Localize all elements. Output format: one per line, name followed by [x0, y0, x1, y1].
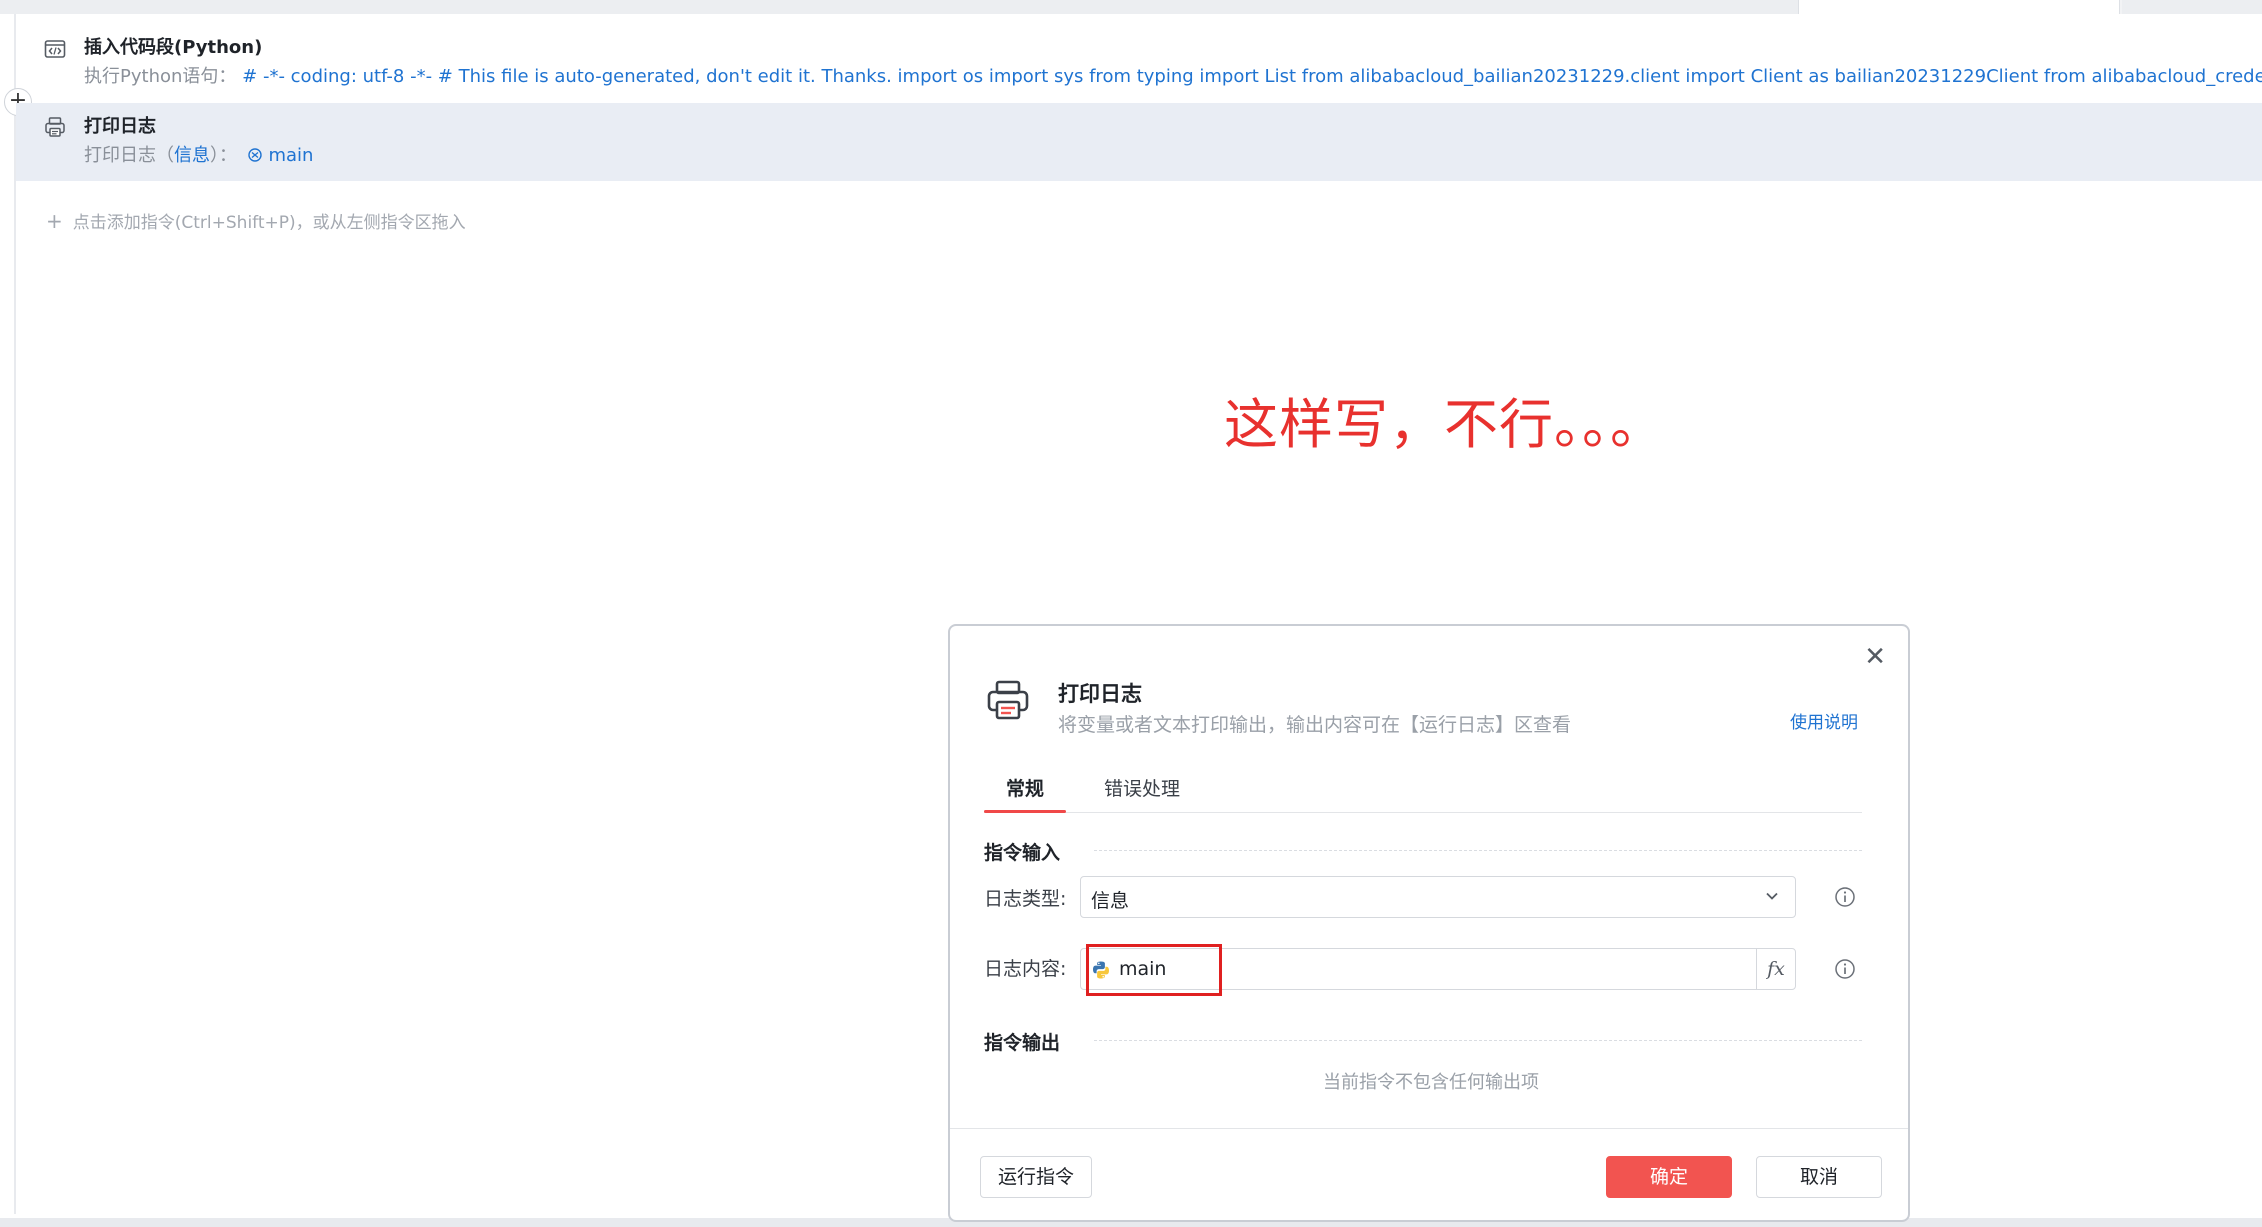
log-type-label: 日志类型:	[984, 888, 1067, 910]
footer-divider	[950, 1128, 1908, 1129]
printer-icon	[45, 117, 65, 137]
desc-mid: ）：	[210, 145, 237, 166]
log-content-label: 日志内容:	[984, 958, 1067, 980]
section-divider	[1094, 850, 1862, 851]
tab-strip-left	[0, 0, 1798, 14]
info-icon[interactable]	[1834, 886, 1856, 908]
log-type-select[interactable]: 信息	[1080, 876, 1796, 918]
log-type-selected: 信息	[1091, 890, 1130, 912]
code-block-icon	[44, 40, 66, 58]
dialog-subtitle: 将变量或者文本打印输出，输出内容可在【运行日志】区查看	[1058, 714, 1572, 736]
dialog-title: 打印日志	[1058, 682, 1142, 706]
cancel-button[interactable]: 取消	[1756, 1156, 1882, 1198]
no-output-text: 当前指令不包含任何输出项	[1323, 1072, 1539, 1093]
row-description: 执行Python语句： # -*- coding: utf-8 -*- # Th…	[84, 62, 2262, 88]
plus-icon: +	[46, 209, 63, 233]
section-input-title: 指令输入	[984, 842, 1061, 864]
variable-icon	[248, 148, 262, 162]
section-output-title: 指令输出	[984, 1032, 1061, 1054]
print-log-dialog: ✕ 打印日志 将变量或者文本打印输出，输出内容可在【运行日志】区查看 使用说明 …	[948, 624, 1910, 1222]
desc-prefix: 打印日志（	[84, 145, 174, 166]
workspace: + 插入代码段(Python) 执行Python语句： # -*- coding…	[0, 0, 2262, 1227]
tab-general[interactable]: 常规	[983, 774, 1067, 813]
add-command-hint[interactable]: + 点击添加指令(Ctrl+Shift+P)，或从左侧指令区拖入	[46, 208, 466, 233]
printer-icon	[987, 680, 1029, 720]
run-command-button[interactable]: 运行指令	[980, 1156, 1092, 1198]
section-divider	[1094, 1040, 1862, 1041]
log-content-value: main	[268, 145, 314, 166]
tab-error-handling[interactable]: 错误处理	[1104, 774, 1180, 801]
red-highlight-box	[1086, 944, 1222, 996]
gutter-line	[14, 14, 16, 1214]
help-link[interactable]: 使用说明	[1790, 708, 1858, 733]
desc-prefix: 执行Python语句：	[84, 66, 237, 87]
chevron-down-icon	[1766, 892, 1778, 900]
command-row-python[interactable]: 插入代码段(Python) 执行Python语句： # -*- coding: …	[16, 26, 2262, 100]
fx-expression-button[interactable]: fx	[1756, 949, 1795, 989]
dialog-tabs: 常规 错误处理	[983, 762, 1862, 813]
add-hint-text: 点击添加指令(Ctrl+Shift+P)，或从左侧指令区拖入	[72, 213, 466, 233]
confirm-button[interactable]: 确定	[1606, 1156, 1732, 1198]
tab-active[interactable]	[1798, 0, 2120, 14]
close-icon[interactable]: ✕	[1864, 644, 1886, 670]
row-description: 打印日志（信息）： main	[84, 141, 313, 167]
row-title: 打印日志	[84, 116, 156, 137]
row-title: 插入代码段(Python)	[84, 37, 263, 58]
python-code-preview: # -*- coding: utf-8 -*- # This file is a…	[242, 66, 2262, 87]
info-icon[interactable]	[1834, 958, 1856, 980]
tab-strip	[0, 0, 2262, 14]
command-row-print-log[interactable]: 打印日志 打印日志（信息）： main	[16, 103, 2262, 181]
tab-strip-right[interactable]	[2122, 0, 2262, 14]
log-type-value: 信息	[174, 145, 210, 166]
annotation-text: 这样写，不行。。。	[1224, 393, 1665, 456]
